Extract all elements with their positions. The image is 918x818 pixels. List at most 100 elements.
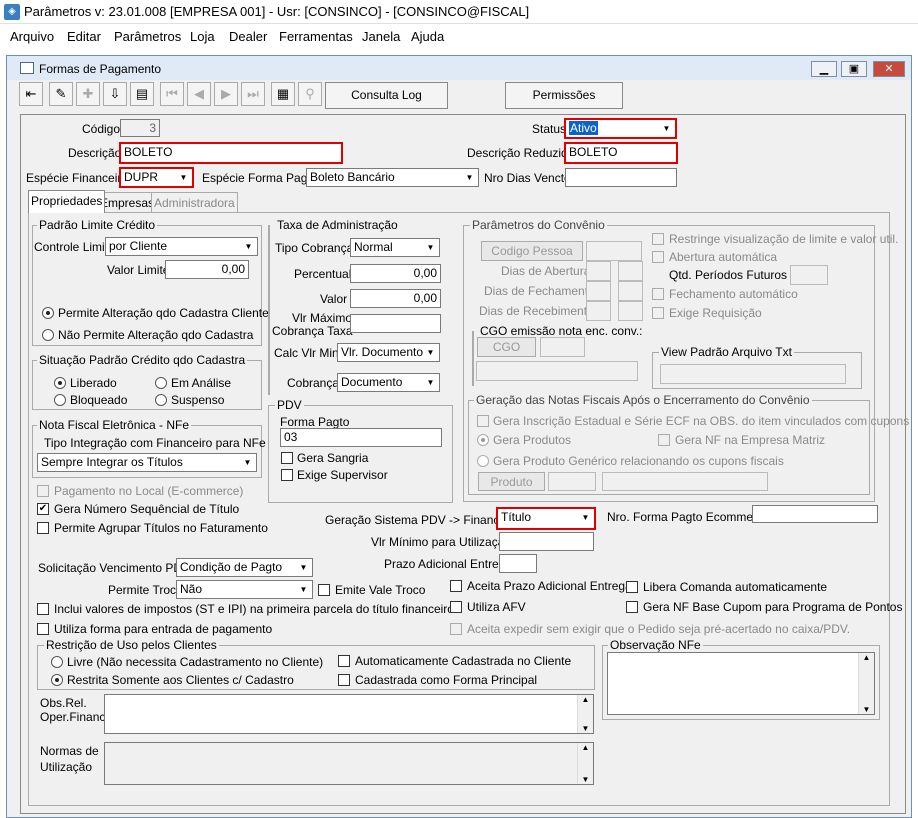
observacao-textarea[interactable]: ▲ ▼ [607,652,875,715]
scrollbar[interactable]: ▲ ▼ [577,743,593,784]
edit-icon[interactable]: ✎ [49,82,73,106]
gera-sangria-checkbox[interactable] [281,452,293,464]
qtd-periodos-field[interactable] [790,265,828,285]
search-icon[interactable]: ⚲ [298,82,322,106]
vlr-minimo-field[interactable] [499,532,594,551]
utiliza-afv-checkbox[interactable] [450,601,462,613]
cgo-field[interactable] [540,337,585,357]
automatica-checkbox[interactable] [338,655,350,667]
permite-alteracao-radio[interactable] [42,307,54,319]
tipo-integracao-select[interactable]: Sempre Integrar os Títulos ▼ [37,453,257,472]
valor-field[interactable]: 0,00 [350,289,441,308]
normas-textarea[interactable]: ▲ ▼ [104,742,594,785]
cgo-button[interactable]: CGO [477,337,536,357]
codigo-pessoa-button[interactable]: Codigo Pessoa [481,241,583,261]
next-record-icon[interactable]: ▶ [214,82,238,106]
maximize-button[interactable]: ▣ [841,61,867,77]
nao-permite-alteracao-radio[interactable] [42,329,54,341]
menu-ajuda[interactable]: Ajuda [411,29,444,44]
suspenso-radio[interactable] [155,394,167,406]
prazo-adicional-field[interactable] [499,554,537,573]
dias-abertura-field1[interactable] [586,261,611,281]
tab-propriedades[interactable]: Propriedades [28,190,106,213]
exige-requisicao-checkbox[interactable] [652,307,664,319]
last-record-icon[interactable]: ⏭ [241,82,265,106]
delete-icon[interactable]: ▤ [130,82,154,106]
menu-ferramentas[interactable]: Ferramentas [279,29,353,44]
restringe-checkbox[interactable] [652,233,664,245]
permite-agrupar-checkbox[interactable] [37,522,49,534]
save-icon[interactable]: ⇩ [103,82,127,106]
inclui-impostos-checkbox[interactable] [37,603,49,615]
percentual-field[interactable]: 0,00 [350,264,441,283]
forma-principal-checkbox[interactable] [338,674,350,686]
produto-desc-field[interactable] [602,472,768,491]
nro-forma-ecommerce-field[interactable] [752,505,878,523]
scrollbar[interactable]: ▲ ▼ [577,695,593,733]
descricao-field[interactable]: BOLETO [119,142,343,164]
solicitacao-select[interactable]: Condição de Pagto ▼ [176,558,313,577]
gera-produto-generico-radio[interactable] [477,455,489,467]
livre-radio[interactable] [51,656,63,668]
produto-button[interactable]: Produto [478,472,545,491]
libera-comanda-checkbox[interactable] [626,581,638,593]
especie-financeira-select[interactable]: DUPR ▼ [119,167,194,188]
new-icon[interactable]: ✚ [76,82,100,106]
fechamento-auto-checkbox[interactable] [652,288,664,300]
emite-vale-troco-checkbox[interactable] [318,584,330,596]
geracao-sistema-select[interactable]: Título ▼ [496,507,596,530]
dias-recebimento-field2[interactable] [618,301,643,321]
em-analise-radio[interactable] [155,377,167,389]
dias-fechamento-field2[interactable] [618,281,643,301]
minimize-button[interactable]: ▁ [811,61,837,77]
status-select[interactable]: Ativo ▼ [564,118,677,139]
aceita-prazo-checkbox[interactable] [450,580,462,592]
obs-rel-textarea[interactable]: ▲ ▼ [104,694,594,734]
menu-parametros[interactable]: Parâmetros [114,29,181,44]
menu-arquivo[interactable]: Arquivo [10,29,54,44]
scrollbar[interactable]: ▲ ▼ [858,653,874,714]
cobranca-select[interactable]: Documento ▼ [337,373,440,392]
view-padrao-field[interactable] [660,364,846,384]
gera-nf-matriz-checkbox[interactable] [658,434,670,446]
exit-icon[interactable]: ⇤ [19,82,43,106]
menu-janela[interactable]: Janela [362,29,400,44]
controle-limite-select[interactable]: por Cliente ▼ [105,237,258,256]
permite-troco-select[interactable]: Não ▼ [176,580,313,599]
tipo-cobranca-select[interactable]: Normal ▼ [350,238,440,257]
forma-pagto-field[interactable]: 03 [280,428,442,447]
tab-empresas[interactable]: Empresas [97,192,158,212]
consulta-log-button[interactable]: Consulta Log [325,82,448,109]
previous-record-icon[interactable]: ◀ [187,82,211,106]
especie-forma-pagto-select[interactable]: Boleto Bancário ▼ [306,168,479,187]
close-button[interactable]: ✕ [873,61,905,77]
liberado-radio[interactable] [54,377,66,389]
cgo-description-field[interactable] [476,361,638,381]
calc-vlr-min-select[interactable]: Vlr. Documento ▼ [337,343,440,362]
gera-inscricao-checkbox[interactable] [477,415,489,427]
menu-loja[interactable]: Loja [190,29,215,44]
gera-numero-seq-checkbox[interactable]: ✔ [37,503,49,515]
pagamento-local-checkbox[interactable] [37,485,49,497]
gera-nf-base-checkbox[interactable] [626,601,638,613]
restrita-radio[interactable] [51,674,63,686]
utiliza-forma-entrada-checkbox[interactable] [37,623,49,635]
grid-icon[interactable]: ▦ [271,82,295,106]
nro-dias-vencto-field[interactable] [565,168,677,187]
permissoes-button[interactable]: Permissões [505,82,623,109]
menu-editar[interactable]: Editar [67,29,101,44]
bloqueado-radio[interactable] [54,394,66,406]
dias-recebimento-field1[interactable] [586,301,611,321]
aceita-expedir-checkbox[interactable] [450,623,462,635]
gera-produtos-radio[interactable] [477,434,489,446]
exige-supervisor-checkbox[interactable] [281,469,293,481]
codigo-field[interactable]: 3 [120,119,160,137]
abertura-auto-checkbox[interactable] [652,251,664,263]
vlr-maximo-field[interactable] [350,314,441,333]
descricao-reduzida-field[interactable]: BOLETO [564,142,678,164]
dias-abertura-field2[interactable] [618,261,643,281]
dias-fechamento-field1[interactable] [586,281,611,301]
codigo-pessoa-field[interactable] [586,241,642,261]
produto-code-field[interactable] [548,472,596,491]
menu-dealer[interactable]: Dealer [229,29,267,44]
